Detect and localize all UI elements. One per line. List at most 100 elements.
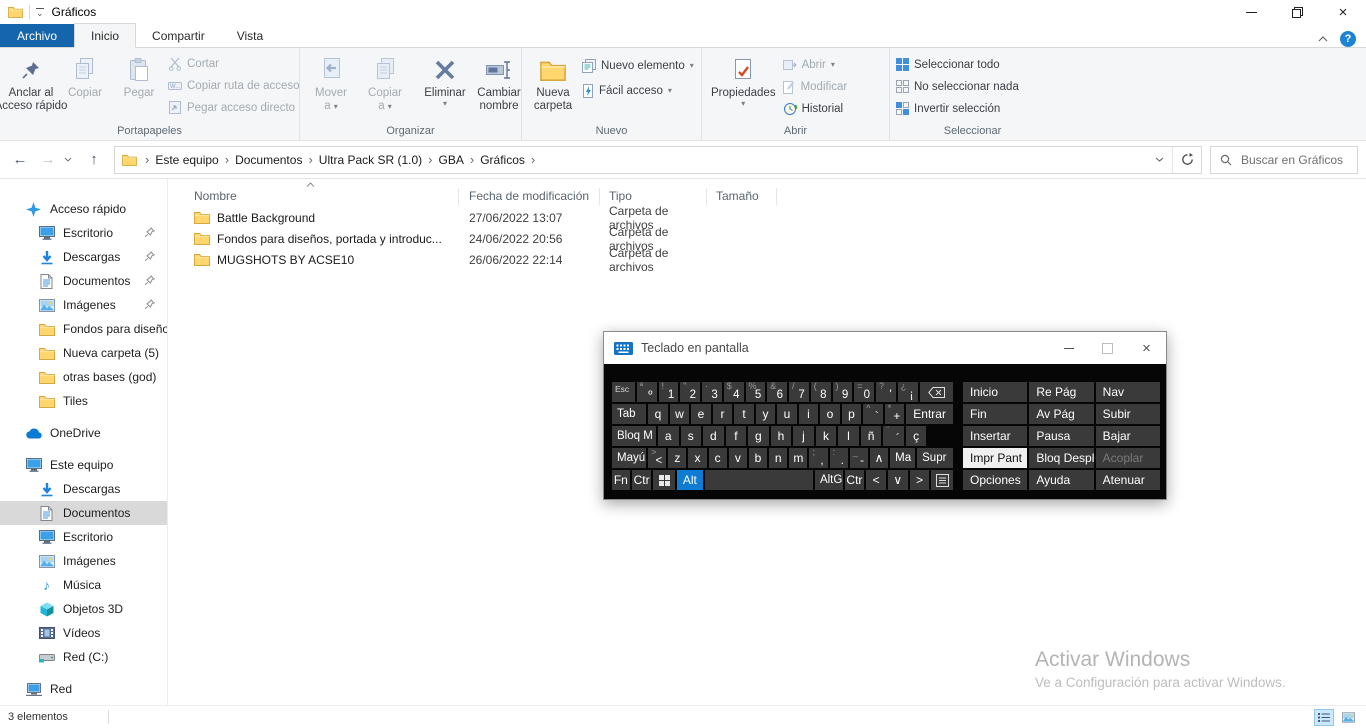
key-5[interactable]: %5 (746, 382, 766, 402)
sidebar-item-fondos[interactable]: Fondos para diseños, (0, 317, 167, 341)
sidebar-item-pc-videos[interactable]: Vídeos (0, 621, 167, 645)
key-4[interactable]: $4 (724, 382, 744, 402)
new-folder-button[interactable]: Nueva carpeta (526, 50, 580, 116)
key-re-pag[interactable]: Re Pág (1029, 382, 1093, 402)
sidebar-item-tiles[interactable]: Tiles (0, 389, 167, 413)
sidebar-item-este-equipo[interactable]: Este equipo (0, 453, 167, 477)
sidebar-item-quick-access[interactable]: Acceso rápido (0, 197, 167, 221)
key-less-than[interactable]: >< (648, 448, 666, 468)
key-0[interactable]: =0 (854, 382, 874, 402)
key-k[interactable]: k (816, 426, 837, 446)
column-header-name[interactable]: Nombre (194, 189, 469, 203)
history-button[interactable]: Historial (783, 99, 848, 118)
key-arrow-down[interactable]: ∨ (888, 470, 908, 490)
copy-to-button[interactable]: Copiar a ▾ (358, 50, 412, 116)
key-j[interactable]: j (793, 426, 814, 446)
key-caps-lock[interactable]: Bloq M (612, 426, 656, 446)
close-button[interactable]: × (1320, 0, 1366, 24)
key-tab[interactable]: Tab (612, 404, 646, 424)
key-alt[interactable]: Alt (677, 470, 703, 490)
key-p[interactable]: p (842, 404, 862, 424)
column-header-type[interactable]: Tipo (609, 189, 716, 203)
sidebar-item-pc-escritorio[interactable]: Escritorio (0, 525, 167, 549)
key-shift-left[interactable]: Mayú (612, 448, 646, 468)
key-l[interactable]: l (838, 426, 859, 446)
key-altgr[interactable]: AltGr (815, 470, 843, 490)
key-8[interactable]: (8 (811, 382, 831, 402)
key-arrow-up[interactable]: ∧ (870, 448, 888, 468)
key-shift-right[interactable]: Ma (890, 448, 915, 468)
tab-inicio[interactable]: Inicio (74, 23, 136, 48)
paste-button[interactable]: Pegar (112, 50, 166, 103)
key-pausa[interactable]: Pausa (1029, 426, 1093, 446)
edit-button[interactable]: Modificar (783, 77, 848, 96)
key-plus[interactable]: *+ (885, 404, 905, 424)
key-ayuda[interactable]: Ayuda (1029, 470, 1093, 490)
recent-locations-dropdown[interactable] (64, 157, 78, 162)
key-h[interactable]: h (771, 426, 792, 446)
tab-compartir[interactable]: Compartir (136, 24, 221, 47)
key-e[interactable]: e (691, 404, 711, 424)
key-space[interactable] (705, 470, 813, 490)
key-6[interactable]: &6 (767, 382, 787, 402)
key-acoplar[interactable]: Acoplar (1096, 448, 1160, 468)
osk-maximize-button[interactable] (1088, 332, 1127, 364)
tab-vista[interactable]: Vista (221, 24, 279, 47)
key-atenuar[interactable]: Atenuar (1096, 470, 1160, 490)
sidebar-item-pc-objetos3d[interactable]: Objetos 3D (0, 597, 167, 621)
file-row[interactable]: Battle Background 27/06/2022 13:07 Carpe… (168, 207, 1366, 228)
back-button[interactable]: ← (8, 151, 32, 168)
key-enye[interactable]: ñ (861, 426, 882, 446)
breadcrumb-item[interactable]: Este equipo (151, 153, 222, 167)
breadcrumb-item[interactable]: Ultra Pack SR (1.0) (315, 153, 426, 167)
key-1[interactable]: !1 (659, 382, 679, 402)
key-arrow-left[interactable]: < (866, 470, 886, 490)
key-t[interactable]: t (734, 404, 754, 424)
key-apostrophe[interactable]: ?' (876, 382, 896, 402)
forward-button[interactable]: → (36, 151, 60, 168)
key-opciones[interactable]: Opciones (963, 470, 1027, 490)
key-q[interactable]: q (648, 404, 668, 424)
key-i[interactable]: i (799, 404, 819, 424)
key-ctrl-left[interactable]: Ctr (632, 470, 652, 490)
key-n[interactable]: n (769, 448, 787, 468)
sidebar-item-imagenes[interactable]: Imágenes (0, 293, 167, 317)
key-m[interactable]: m (789, 448, 807, 468)
key-inicio[interactable]: Inicio (963, 382, 1027, 402)
column-header-date[interactable]: Fecha de modificación (469, 189, 609, 203)
sidebar-item-pc-documentos[interactable]: Documentos (0, 501, 167, 525)
key-3[interactable]: ·3 (702, 382, 722, 402)
paste-shortcut-button[interactable]: Pegar acceso directo (168, 98, 300, 117)
key-fin[interactable]: Fin (963, 404, 1027, 424)
move-to-button[interactable]: Mover a ▾ (304, 50, 358, 116)
sidebar-item-descargas[interactable]: Descargas (0, 245, 167, 269)
key-b[interactable]: b (749, 448, 767, 468)
sidebar-item-otras-bases[interactable]: otras bases (god) (0, 365, 167, 389)
key-y[interactable]: y (756, 404, 776, 424)
details-view-button[interactable] (1314, 709, 1334, 726)
key-9[interactable]: )9 (833, 382, 853, 402)
delete-button[interactable]: Eliminar ▾ (418, 50, 472, 111)
breadcrumb-item[interactable]: Gráficos (476, 153, 529, 167)
key-z[interactable]: z (668, 448, 686, 468)
help-icon[interactable]: ? (1340, 31, 1356, 47)
key-v[interactable]: v (729, 448, 747, 468)
sidebar-item-escritorio[interactable]: Escritorio (0, 221, 167, 245)
key-a[interactable]: a (658, 426, 679, 446)
easy-access-button[interactable]: Fácil acceso▾ (582, 81, 694, 100)
rename-button[interactable]: Cambiar nombre (472, 50, 526, 116)
sidebar-item-pc-musica[interactable]: ♪ Música (0, 573, 167, 597)
select-all-button[interactable]: Seleccionar todo (896, 55, 1019, 74)
invert-selection-button[interactable]: Invertir selección (896, 99, 1019, 118)
properties-button[interactable]: Propiedades ▾ (706, 50, 781, 111)
key-grave[interactable]: ^` (863, 404, 883, 424)
key-u[interactable]: u (777, 404, 797, 424)
file-row[interactable]: MUGSHOTS BY ACSE10 26/06/2022 22:14 Carp… (168, 249, 1366, 270)
minimize-button[interactable] (1228, 0, 1274, 24)
key-r[interactable]: r (713, 404, 733, 424)
key-nav[interactable]: Nav (1096, 382, 1160, 402)
tab-archivo[interactable]: Archivo (0, 24, 74, 47)
key-o[interactable]: o (820, 404, 840, 424)
select-none-button[interactable]: No seleccionar nada (896, 77, 1019, 96)
sidebar-item-pc-descargas[interactable]: Descargas (0, 477, 167, 501)
